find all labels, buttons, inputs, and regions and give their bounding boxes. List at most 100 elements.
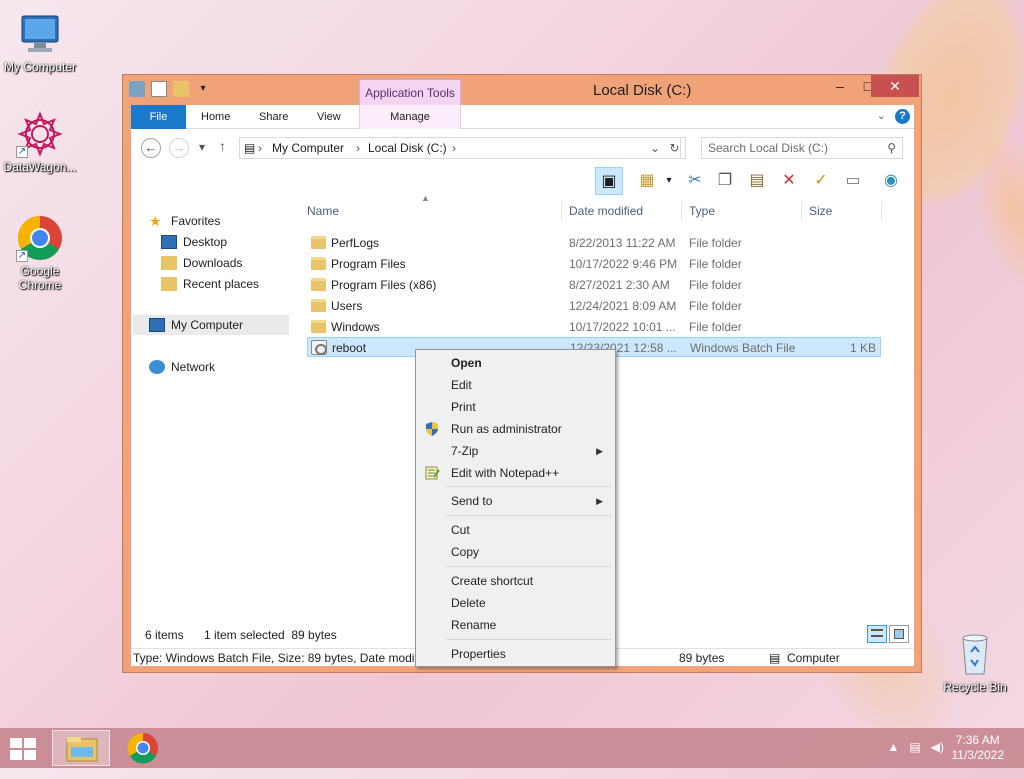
refresh-button[interactable]: ↻	[664, 137, 686, 159]
details-view-button[interactable]	[867, 625, 887, 643]
new-folder-icon[interactable]	[173, 81, 189, 97]
rename-icon[interactable]: ▭	[839, 167, 867, 195]
table-row[interactable]: Windows 10/17/2022 10:01 ... File folder	[307, 317, 881, 337]
menu-item-cut[interactable]: Cut	[418, 519, 613, 541]
tab-manage[interactable]: Manage	[359, 105, 461, 129]
preview-pane-icon[interactable]: ▣	[595, 167, 623, 195]
close-button[interactable]: ✕	[871, 75, 919, 97]
windows-logo-icon	[10, 738, 22, 748]
nav-downloads[interactable]: Downloads	[161, 253, 242, 273]
forward-button[interactable]: →	[169, 138, 189, 158]
column-header-type[interactable]: Type	[689, 199, 715, 223]
desktop-icon-datawagon[interactable]: ↗ DataWagon...	[0, 110, 80, 174]
menu-item-7zip[interactable]: 7-Zip ▶	[418, 440, 613, 462]
dropdown-icon[interactable]: ▾	[655, 167, 683, 195]
column-header-size[interactable]: Size	[809, 199, 832, 223]
desktop-icon-recycle-bin[interactable]: Recycle Bin	[935, 630, 1015, 694]
taskbar-clock[interactable]: 7:36 AM 11/3/2022	[952, 733, 1005, 763]
breadcrumb-my-computer[interactable]: My Computer	[272, 141, 344, 155]
customize-qat-icon[interactable]: ▾	[195, 81, 211, 97]
nav-my-computer[interactable]: My Computer	[133, 315, 289, 335]
column-divider[interactable]	[801, 201, 802, 221]
menu-item-create-shortcut[interactable]: Create shortcut	[418, 570, 613, 592]
network-icon	[149, 360, 165, 374]
menu-item-edit[interactable]: Edit	[418, 374, 613, 396]
menu-item-send-to[interactable]: Send to ▶	[418, 490, 613, 512]
column-divider[interactable]	[881, 201, 882, 221]
menu-item-print[interactable]: Print	[418, 396, 613, 418]
chrome-icon: ↗	[16, 214, 64, 262]
menu-item-run-as-administrator[interactable]: Run as administrator	[418, 418, 613, 440]
properties-icon[interactable]	[151, 81, 167, 97]
menu-item-label: Cut	[451, 523, 470, 537]
up-button[interactable]: ↑	[219, 138, 226, 154]
desktop-icon-my-computer[interactable]: My Computer	[0, 10, 80, 74]
expand-ribbon-icon[interactable]: ⌄	[877, 109, 886, 122]
quick-access-toolbar: ▾	[129, 81, 211, 97]
row-date: 8/22/2013 11:22 AM	[569, 236, 676, 250]
address-history-icon[interactable]: ⌄	[650, 141, 660, 155]
tab-file[interactable]: File	[131, 105, 186, 129]
large-icons-view-button[interactable]	[889, 625, 909, 643]
nav-desktop[interactable]: Desktop	[161, 232, 227, 252]
menu-item-label: Rename	[451, 618, 497, 632]
menu-item-edit-with-notepadpp[interactable]: Edit with Notepad++	[418, 462, 613, 484]
menu-item-label: Edit with Notepad++	[451, 466, 560, 480]
folder-icon	[311, 257, 326, 270]
desktop-icon-label: My Computer	[3, 60, 77, 74]
item-count: 6 items	[145, 628, 184, 642]
table-row[interactable]: Program Files (x86) 8/27/2021 2:30 AM Fi…	[307, 275, 881, 295]
nav-favorites[interactable]: ★ Favorites	[149, 211, 220, 231]
menu-item-copy[interactable]: Copy	[418, 541, 613, 563]
column-header-date[interactable]: Date modified	[569, 199, 643, 223]
details-size: 89 bytes	[679, 651, 725, 665]
tab-home[interactable]: Home	[191, 105, 240, 129]
delete-icon[interactable]: ✕	[775, 167, 803, 195]
cut-icon[interactable]: ✂	[681, 167, 709, 195]
minimize-button[interactable]: –	[825, 75, 855, 97]
address-bar[interactable]: ▤ › My Computer › Local Disk (C:) › ⌄	[239, 137, 681, 159]
menu-item-label: Send to	[451, 494, 493, 508]
show-hidden-icons-icon[interactable]: ▲	[888, 740, 900, 754]
column-divider[interactable]	[561, 201, 562, 221]
table-row[interactable]: Users 12/24/2021 8:09 AM File folder	[307, 296, 881, 316]
breadcrumb-local-disk[interactable]: Local Disk (C:)	[368, 141, 447, 155]
clock-date: 11/3/2022	[951, 748, 1005, 762]
network-status-icon[interactable]: ▤	[909, 740, 920, 754]
checkmark-icon[interactable]: ✓	[807, 167, 835, 195]
nav-recent-places[interactable]: Recent places	[161, 274, 259, 294]
shell-icon[interactable]: ◉	[877, 167, 905, 195]
tab-view[interactable]: View	[307, 105, 351, 129]
row-type: File folder	[689, 278, 742, 292]
computer-icon	[149, 318, 165, 332]
desktop-icon-google-chrome[interactable]: ↗ Google Chrome	[0, 214, 80, 292]
start-button[interactable]	[10, 738, 38, 760]
search-input[interactable]: Search Local Disk (C:) ⚲	[701, 137, 903, 159]
taskbar-file-explorer[interactable]	[52, 730, 110, 766]
column-header-name[interactable]: Name	[307, 199, 339, 223]
menu-item-label: Run as administrator	[451, 422, 562, 436]
tab-share[interactable]: Share	[249, 105, 298, 129]
taskbar-chrome[interactable]	[114, 730, 172, 766]
back-button[interactable]: ←	[141, 138, 161, 158]
menu-item-open[interactable]: Open	[418, 352, 613, 374]
paste-icon[interactable]: ▤	[743, 167, 771, 195]
recent-locations-icon[interactable]: ▾	[199, 140, 205, 154]
copy-icon[interactable]: ❐	[711, 167, 739, 195]
table-row[interactable]: PerfLogs 8/22/2013 11:22 AM File folder	[307, 233, 881, 253]
menu-item-delete[interactable]: Delete	[418, 592, 613, 614]
drive-icon[interactable]	[129, 81, 145, 97]
menu-item-rename[interactable]: Rename	[418, 614, 613, 636]
table-row[interactable]: Program Files 10/17/2022 9:46 PM File fo…	[307, 254, 881, 274]
submenu-arrow-icon: ▶	[596, 496, 603, 506]
folder-icon	[311, 320, 326, 333]
nav-label: Desktop	[183, 235, 228, 249]
column-divider[interactable]	[681, 201, 682, 221]
menu-item-properties[interactable]: Properties	[418, 643, 613, 665]
nav-network[interactable]: Network	[149, 357, 215, 377]
title-bar[interactable]: ▾ Application Tools Local Disk (C:) – □ …	[123, 75, 921, 105]
help-icon[interactable]: ?	[895, 109, 910, 124]
volume-icon[interactable]: ◀)	[931, 740, 944, 754]
submenu-arrow-icon: ▶	[596, 446, 603, 456]
details-text: Type: Windows Batch File, Size: 89 bytes…	[133, 651, 428, 665]
